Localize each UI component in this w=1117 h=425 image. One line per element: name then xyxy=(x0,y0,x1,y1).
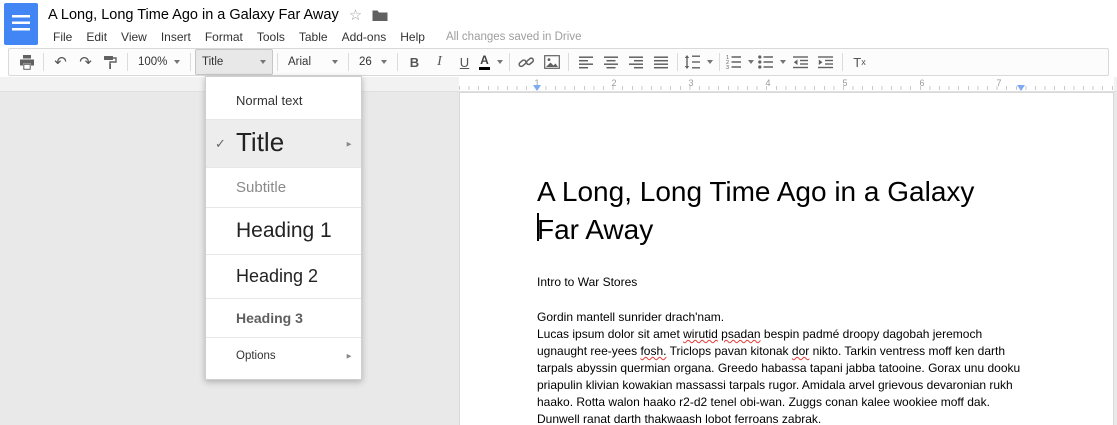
doc-paragraph[interactable]: Lucas ipsum dolor sit amet wirutid psada… xyxy=(537,326,1021,425)
document-canvas: A Long, Long Time Ago in a Galaxy Far Aw… xyxy=(0,92,1117,425)
doc-paragraph[interactable]: Gordin mantell sunrider drach'nam. xyxy=(537,309,1021,326)
star-icon[interactable]: ☆ xyxy=(349,8,362,23)
ruler-ticks xyxy=(459,86,1114,90)
menu-file[interactable]: File xyxy=(46,28,79,46)
paragraph-style-menu: Normal text ✓ Title ► Subtitle Heading 1… xyxy=(205,76,362,380)
font-size-select[interactable]: 26 xyxy=(353,50,393,74)
chevron-down-icon xyxy=(174,60,180,64)
zoom-select[interactable]: 100% xyxy=(132,50,186,74)
align-center-button[interactable] xyxy=(598,50,623,74)
docs-app-icon-lines xyxy=(12,15,30,33)
paragraph-style-select[interactable]: Title xyxy=(195,49,273,75)
ruler-number: 5 xyxy=(842,78,847,88)
menu-view[interactable]: View xyxy=(114,28,154,46)
style-option-heading-1[interactable]: Heading 1 xyxy=(206,208,361,254)
menu-edit[interactable]: Edit xyxy=(79,28,114,46)
header: A Long, Long Time Ago in a Galaxy Far Aw… xyxy=(0,0,1117,48)
decrease-indent-button[interactable] xyxy=(788,50,813,74)
menu-format[interactable]: Format xyxy=(198,28,250,46)
left-indent-marker[interactable] xyxy=(533,85,541,91)
save-status: All changes saved in Drive xyxy=(446,31,582,43)
ruler-number: 6 xyxy=(919,78,924,88)
numbered-list-button[interactable]: 123 xyxy=(724,50,756,74)
ruler: 1234567 xyxy=(0,77,1117,92)
menu-insert[interactable]: Insert xyxy=(154,28,198,46)
style-option-heading-3[interactable]: Heading 3 xyxy=(206,299,361,337)
chevron-down-icon xyxy=(707,60,713,64)
doc-subtitle[interactable]: Intro to War Stores xyxy=(537,275,1021,289)
style-menu-options[interactable]: Options ► xyxy=(206,338,361,374)
chevron-down-icon xyxy=(780,60,786,64)
ruler-number: 4 xyxy=(765,78,770,88)
ruler-number: 2 xyxy=(611,78,616,88)
page[interactable]: A Long, Long Time Ago in a Galaxy Far Aw… xyxy=(459,92,1114,425)
toolbar-separator xyxy=(348,53,349,71)
insert-link-button[interactable] xyxy=(514,50,539,74)
text-cursor xyxy=(537,213,539,241)
right-indent-marker[interactable] xyxy=(1017,85,1025,91)
menu-bar: File Edit View Insert Format Tools Table… xyxy=(46,28,581,46)
ruler-number: 3 xyxy=(688,78,693,88)
style-option-heading-2[interactable]: Heading 2 xyxy=(206,255,361,298)
align-right-button[interactable] xyxy=(623,50,648,74)
text-color-button[interactable]: A xyxy=(477,50,505,74)
menu-addons[interactable]: Add-ons xyxy=(335,28,394,46)
menu-tools[interactable]: Tools xyxy=(250,28,292,46)
docs-app-icon[interactable] xyxy=(4,3,38,45)
toolbar-separator xyxy=(397,53,398,71)
toolbar-separator xyxy=(190,53,191,71)
toolbar-separator xyxy=(277,53,278,71)
toolbar-separator xyxy=(127,53,128,71)
ruler-number: 7 xyxy=(996,78,1001,88)
style-option-subtitle[interactable]: Subtitle xyxy=(206,168,361,207)
chevron-down-icon xyxy=(748,60,754,64)
print-button[interactable] xyxy=(14,50,39,74)
increase-indent-button[interactable] xyxy=(813,50,838,74)
svg-text:3: 3 xyxy=(726,65,729,69)
align-justify-button[interactable] xyxy=(648,50,673,74)
text-color-swatch xyxy=(479,67,490,70)
toolbar-separator xyxy=(842,53,843,71)
toolbar-separator xyxy=(719,53,720,71)
align-left-button[interactable] xyxy=(573,50,598,74)
submenu-arrow-icon: ► xyxy=(345,352,353,361)
toolbar-separator xyxy=(43,53,44,71)
redo-button[interactable]: ↷ xyxy=(73,50,98,74)
font-select[interactable]: Arial xyxy=(282,50,344,74)
italic-button[interactable]: I xyxy=(427,50,452,74)
underline-button[interactable]: U xyxy=(452,50,477,74)
insert-image-button[interactable] xyxy=(539,50,564,74)
line-spacing-button[interactable] xyxy=(682,50,715,74)
undo-button[interactable]: ↶ xyxy=(48,50,73,74)
chevron-down-icon xyxy=(260,60,266,64)
toolbar-separator xyxy=(677,53,678,71)
paint-format-button[interactable] xyxy=(98,50,123,74)
chevron-down-icon xyxy=(332,60,338,64)
folder-icon[interactable] xyxy=(372,9,388,22)
style-option-normal-text[interactable]: Normal text xyxy=(206,82,361,119)
menu-table[interactable]: Table xyxy=(292,28,335,46)
bold-button[interactable]: B xyxy=(402,50,427,74)
style-option-title[interactable]: ✓ Title ► xyxy=(206,120,361,167)
toolbar-separator xyxy=(568,53,569,71)
chevron-down-icon xyxy=(381,60,387,64)
toolbar: ↶ ↷ 100% Title Arial 26 B I U A xyxy=(8,48,1109,76)
menu-help[interactable]: Help xyxy=(393,28,432,46)
toolbar-separator xyxy=(509,53,510,71)
doc-heading-title[interactable]: A Long, Long Time Ago in a Galaxy Far Aw… xyxy=(537,173,1021,249)
chevron-down-icon xyxy=(497,60,503,64)
document-title[interactable]: A Long, Long Time Ago in a Galaxy Far Aw… xyxy=(48,7,339,23)
bulleted-list-button[interactable] xyxy=(756,50,788,74)
submenu-arrow-icon: ► xyxy=(345,139,353,148)
check-icon: ✓ xyxy=(215,136,226,152)
clear-formatting-button[interactable]: Tx xyxy=(847,50,872,74)
